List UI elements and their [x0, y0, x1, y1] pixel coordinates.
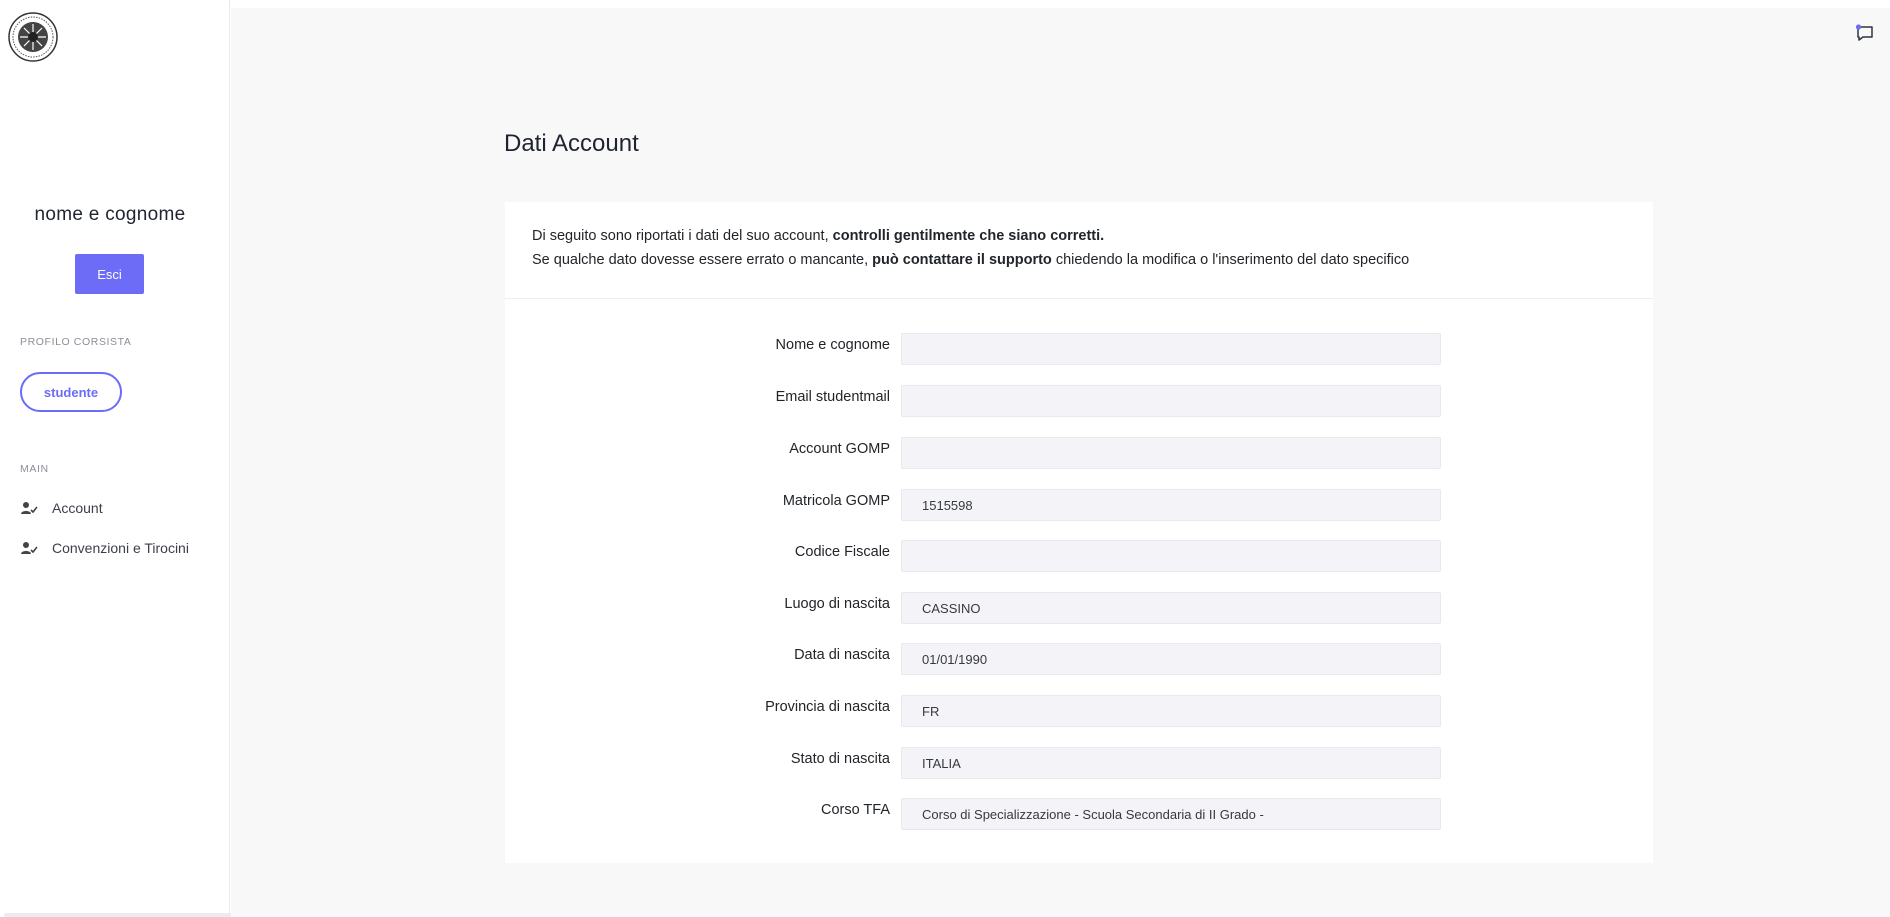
form-row-corso-tfa: Corso TFA [505, 798, 1653, 832]
sidebar-item-label: Account [52, 500, 103, 516]
intro-text-normal: Di seguito sono riportati i dati del suo… [532, 228, 833, 244]
university-seal-logo[interactable] [8, 12, 58, 62]
form-row-email: Email studentmail [505, 385, 1653, 419]
page-title: Dati Account [504, 130, 639, 157]
matricola-field[interactable] [901, 489, 1441, 521]
form-row-nome-cognome: Nome e cognome [505, 333, 1653, 367]
field-label: Provincia di nascita [765, 699, 890, 715]
user-name: nome e cognome [34, 204, 186, 225]
luogo-nascita-field[interactable] [901, 592, 1441, 624]
email-field[interactable] [901, 385, 1441, 417]
intro-text-normal: chiedendo la modifica o l'inserimento de… [1051, 252, 1410, 268]
intro-line-2: Se qualche dato dovesse essere errato o … [532, 248, 1626, 272]
field-label: Account GOMP [789, 441, 890, 457]
form-row-matricola: Matricola GOMP [505, 489, 1653, 523]
nome-cognome-field[interactable] [901, 333, 1441, 365]
intro-text-bold: controlli gentilmente che siano corretti… [832, 228, 1105, 244]
sidebar-item-account[interactable]: Account [20, 496, 103, 520]
intro-text-bold: può contattare il supporto [872, 252, 1052, 268]
field-label: Codice Fiscale [794, 544, 890, 560]
main-content: Dati Account Di seguito sono riportati i… [231, 8, 1890, 917]
profile-role-badge[interactable]: studente [20, 372, 122, 412]
corso-tfa-field[interactable] [901, 798, 1441, 830]
data-nascita-field[interactable] [901, 643, 1441, 675]
profile-section-label: PROFILO CORSISTA [20, 336, 132, 348]
field-label: Matricola GOMP [782, 493, 890, 509]
main-section-label: MAIN [20, 463, 49, 475]
sidebar-item-label: Convenzioni e Tirocini [52, 540, 189, 556]
form-row-account-gomp: Account GOMP [505, 437, 1653, 471]
field-label: Nome e cognome [775, 337, 890, 353]
account-form: Nome e cognome Email studentmail Account… [505, 299, 1653, 863]
codice-fiscale-field[interactable] [901, 540, 1441, 572]
stato-nascita-field[interactable] [901, 747, 1441, 779]
form-row-data-nascita: Data di nascita [505, 643, 1653, 677]
field-label: Corso TFA [820, 802, 890, 818]
field-label: Data di nascita [794, 647, 890, 663]
logout-button[interactable]: Esci [75, 254, 144, 294]
provincia-nascita-field[interactable] [901, 695, 1441, 727]
sidebar: nome e cognome Esci PROFILO CORSISTA stu… [0, 0, 268, 917]
chat-icon[interactable] [1854, 22, 1876, 44]
intro-line-1: Di seguito sono riportati i dati del suo… [532, 224, 1626, 248]
user-check-icon [21, 542, 38, 554]
account-card: Di seguito sono riportati i dati del suo… [505, 202, 1653, 863]
app: nome e cognome Esci PROFILO CORSISTA stu… [0, 0, 1890, 917]
intro-text-normal: Se qualche dato dovesse essere errato o … [532, 252, 873, 268]
user-check-icon [21, 502, 38, 514]
account-gomp-field[interactable] [901, 437, 1441, 469]
horizontal-scrollbar[interactable] [4, 913, 268, 917]
intro-text: Di seguito sono riportati i dati del suo… [505, 202, 1653, 299]
field-label: Email studentmail [775, 389, 890, 405]
field-label: Stato di nascita [790, 751, 890, 767]
form-row-luogo-nascita: Luogo di nascita [505, 592, 1653, 626]
field-label: Luogo di nascita [784, 596, 890, 612]
form-row-provincia-nascita: Provincia di nascita [505, 695, 1653, 729]
form-row-stato-nascita: Stato di nascita [505, 747, 1653, 781]
sidebar-item-convenzioni[interactable]: Convenzioni e Tirocini [20, 536, 189, 560]
form-row-codice-fiscale: Codice Fiscale [505, 540, 1653, 574]
